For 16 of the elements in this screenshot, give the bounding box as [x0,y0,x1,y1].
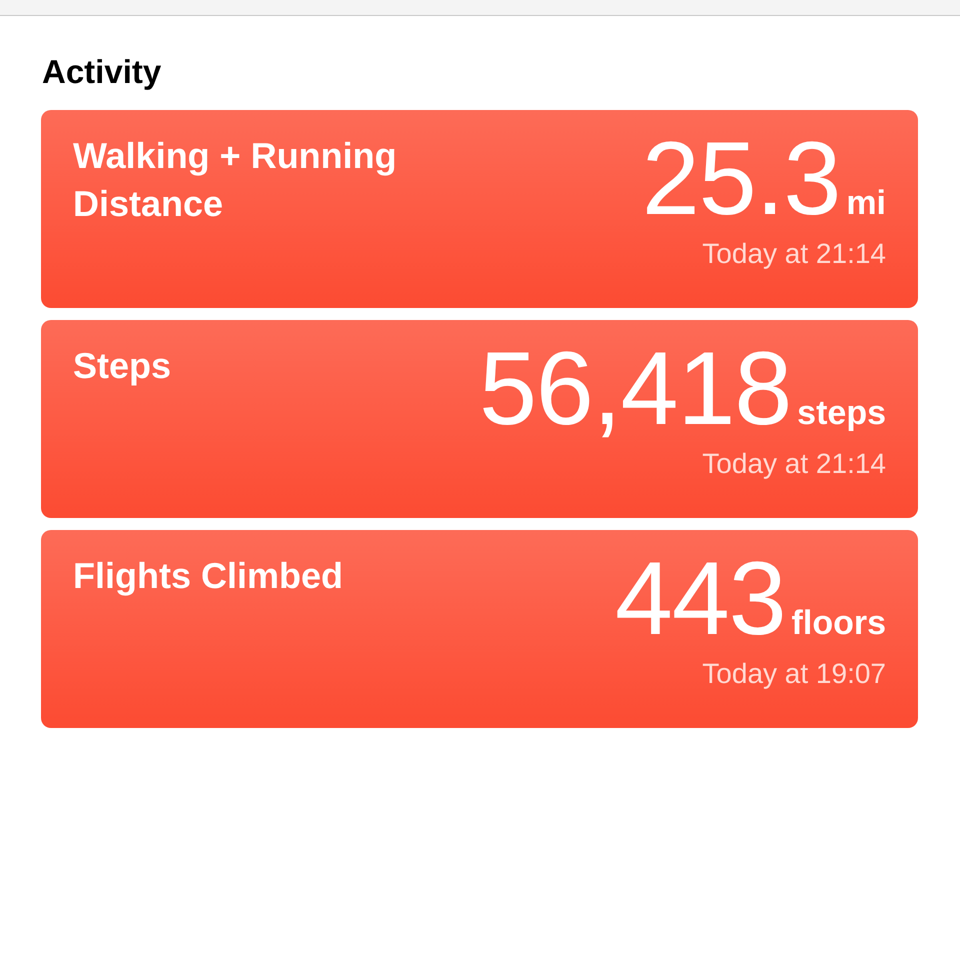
metric-title: Flights Climbed [73,554,343,598]
timestamp: Today at 21:14 [702,448,886,480]
metric-unit: mi [846,184,886,223]
metric-value: 25.3 [642,124,840,234]
metric-title: Steps [73,344,172,388]
metric-card[interactable]: Steps 56,418 steps Today at 21:14 [41,320,918,518]
timestamp: Today at 19:07 [702,658,886,690]
section-title: Activity [42,52,162,92]
metric-unit: floors [792,604,886,643]
metric-value: 443 [615,544,786,654]
metric-value: 56,418 [479,334,792,444]
timestamp: Today at 21:14 [702,238,886,270]
metric-card[interactable]: Walking + Running Distance 25.3 mi Today at 21:14 [41,110,918,308]
metric-card[interactable]: Flights Climbed 443 floors Today at 19:07 [41,530,918,728]
metric-unit: steps [797,394,886,433]
metric-title: Walking + Running Distance [73,134,398,226]
